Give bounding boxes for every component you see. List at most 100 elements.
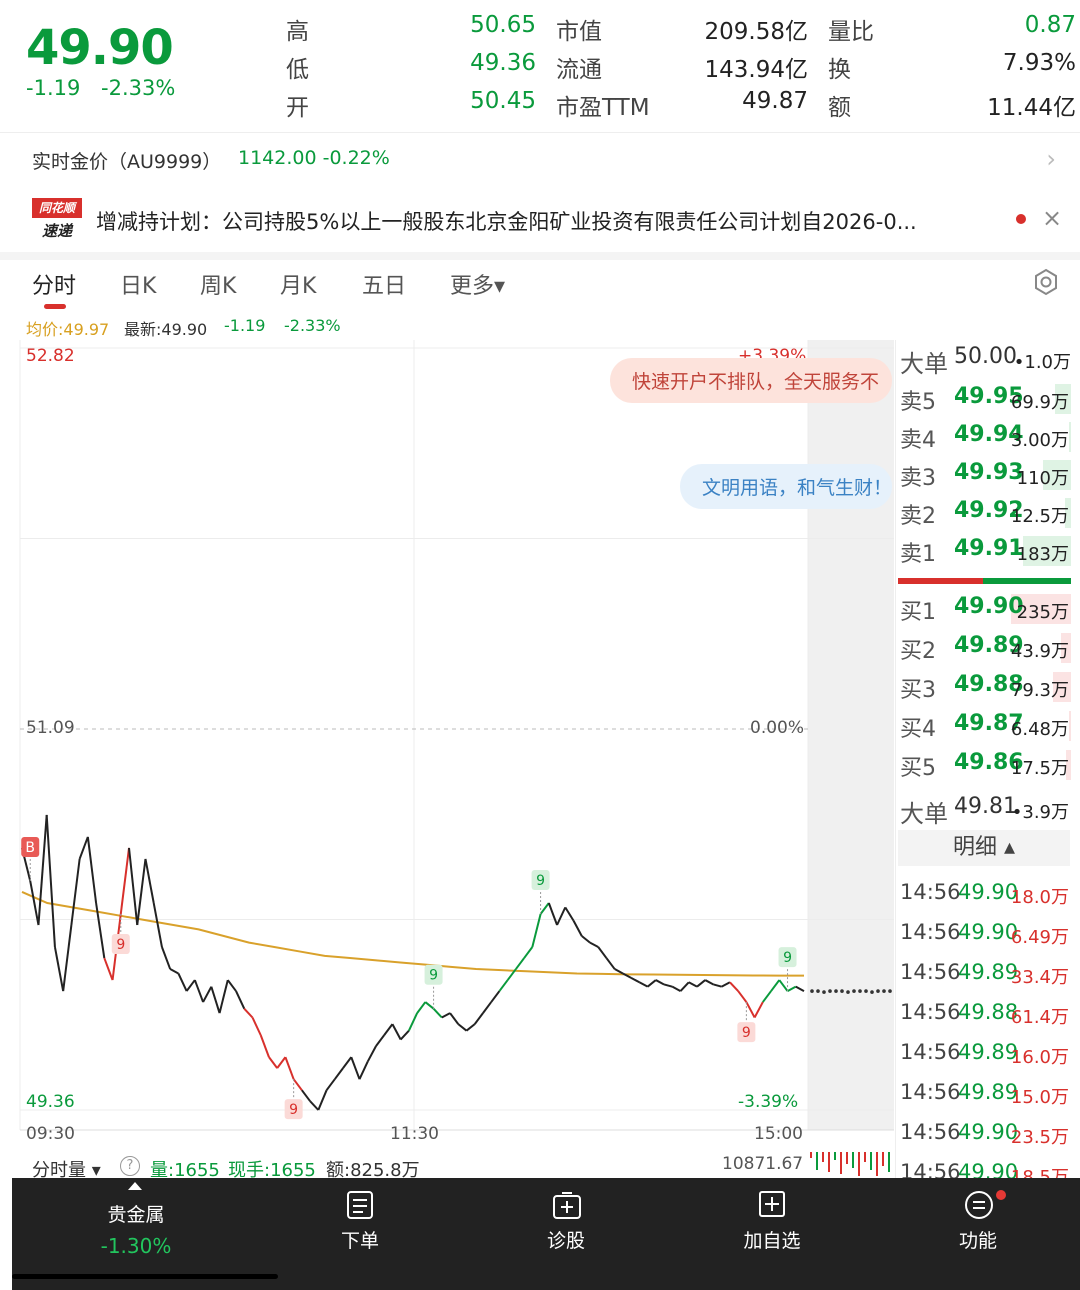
price-segment bbox=[721, 981, 731, 988]
gold-label: 实时金价（AU9999） bbox=[32, 151, 222, 173]
ask-row[interactable]: 卖5 49.95 69.9万 bbox=[896, 380, 1080, 418]
chart-canvas: B 9 9 9 9 9 9 bbox=[19, 340, 894, 1131]
tab-more[interactable]: 更多▾ bbox=[450, 268, 505, 300]
price-segment bbox=[671, 985, 681, 992]
price-segment bbox=[268, 1056, 278, 1069]
news-ticker[interactable]: 同花顺 速递 增减持计划：公司持股5%以上一般股东北京金阳矿业投资有限责任公司计… bbox=[0, 190, 1080, 250]
price-segment bbox=[185, 979, 196, 992]
price-segment bbox=[787, 985, 797, 992]
price-segment bbox=[62, 924, 73, 992]
amount-label: 额 bbox=[828, 95, 851, 121]
tab-daily-k[interactable]: 日K bbox=[120, 268, 156, 300]
ask-row[interactable]: 卖1 49.91 183万 bbox=[896, 532, 1080, 570]
ask-volume: 3.00万 bbox=[1010, 430, 1069, 451]
tick-price: 49.89 bbox=[958, 960, 1019, 984]
nav-functions[interactable]: 功能 bbox=[878, 1178, 1078, 1290]
nav-diagnose[interactable]: 诊股 bbox=[466, 1178, 666, 1290]
trade-tick-row: 14:56 49.88 61.4万 bbox=[896, 994, 1080, 1034]
volume-max: 10871.67 bbox=[722, 1154, 804, 1174]
tick-volume: 33.4万 bbox=[1010, 967, 1069, 988]
volratio-label: 量比 bbox=[828, 19, 874, 45]
gold-value: 1142.00 -0.22% bbox=[238, 147, 390, 169]
pe-value: 49.87 bbox=[742, 88, 808, 114]
ask-row[interactable]: 卖2 49.92 12.5万 bbox=[896, 494, 1080, 532]
tab-weekly-k[interactable]: 周K bbox=[200, 268, 236, 300]
bid-volume: 43.9万 bbox=[1010, 641, 1069, 662]
intraday-chart[interactable]: B999999 52.82 51.09 49.36 +3.39% 0.00% -… bbox=[0, 340, 895, 1150]
after-hours-point bbox=[846, 990, 850, 994]
price-segment bbox=[309, 1100, 320, 1111]
bullet-comment-2[interactable]: 文明用语，和气生财！ bbox=[680, 464, 892, 509]
bid-row[interactable]: 买1 49.90 235万 bbox=[896, 590, 1080, 628]
volume-bars bbox=[810, 1152, 890, 1176]
gold-price-row[interactable]: 实时金价（AU9999） 1142.00 -0.22% › bbox=[0, 132, 1080, 184]
marker-label: 9 bbox=[289, 1102, 298, 1118]
price-segment bbox=[226, 979, 237, 992]
after-hours-point bbox=[870, 990, 874, 994]
ask-volume: 12.5万 bbox=[1010, 506, 1069, 527]
tab-intraday[interactable]: 分时 bbox=[32, 268, 76, 300]
price-line bbox=[21, 814, 892, 1111]
marker-label: 9 bbox=[783, 950, 792, 966]
after-hours-point bbox=[834, 989, 838, 993]
price-segment bbox=[539, 902, 550, 915]
caret-up-icon bbox=[128, 1182, 142, 1190]
ask-row[interactable]: 卖3 49.93 110万 bbox=[896, 456, 1080, 494]
high-label: 高 bbox=[286, 19, 309, 45]
price-segment bbox=[432, 1008, 443, 1019]
price-segment bbox=[729, 981, 739, 992]
tick-volume: 18.0万 bbox=[1010, 887, 1069, 908]
low-value: 49.36 bbox=[470, 50, 536, 76]
bid-row[interactable]: 买3 49.88 79.3万 bbox=[896, 668, 1080, 706]
sell-strength-bar bbox=[983, 578, 1071, 584]
volume-bar bbox=[810, 1152, 812, 1158]
bullet-comment-1[interactable]: 快速开户不排队，全天服务不 bbox=[610, 358, 892, 403]
price-segment bbox=[547, 902, 558, 926]
price-segment bbox=[399, 1030, 410, 1041]
high-value: 50.65 bbox=[470, 12, 536, 38]
volume-bar bbox=[852, 1152, 854, 1168]
tab-five-day[interactable]: 五日 bbox=[362, 268, 406, 300]
chart-marker[interactable]: 9 bbox=[737, 1002, 756, 1043]
volume-bar bbox=[888, 1152, 890, 1172]
tab-monthly-k[interactable]: 月K bbox=[280, 268, 316, 300]
nav-add-watchlist[interactable]: 加自选 bbox=[672, 1178, 872, 1290]
info-change: -1.19 bbox=[224, 316, 266, 335]
bid-volume: 79.3万 bbox=[1010, 680, 1069, 701]
bid-row[interactable]: 买2 49.89 43.9万 bbox=[896, 629, 1080, 667]
price-segment bbox=[589, 941, 599, 948]
marker-label: 9 bbox=[742, 1025, 751, 1041]
close-icon[interactable]: × bbox=[1042, 204, 1062, 232]
price-segment bbox=[762, 990, 772, 1003]
chart-marker[interactable]: 9 bbox=[284, 1079, 303, 1120]
chart-marker[interactable]: 9 bbox=[778, 947, 797, 992]
help-icon[interactable]: ? bbox=[120, 1156, 140, 1176]
price-segment bbox=[128, 847, 139, 926]
ask-row[interactable]: 卖4 49.94 3.00万 bbox=[896, 418, 1080, 456]
after-hours-point bbox=[822, 990, 826, 994]
volume-info-bar: 分时量 ▾ ? 量:1655 现手:1655 额:825.8万 10871.67 bbox=[0, 1150, 895, 1181]
price-segment bbox=[564, 906, 575, 922]
active-tab-indicator bbox=[44, 304, 66, 309]
nav-order[interactable]: 下单 bbox=[260, 1178, 460, 1290]
section-divider bbox=[0, 252, 1080, 260]
tick-price: 49.90 bbox=[958, 1160, 1019, 1180]
price-segment bbox=[490, 990, 501, 1003]
settings-icon[interactable] bbox=[1032, 268, 1060, 296]
after-hours-point bbox=[828, 989, 832, 993]
ths-express-logo: 同花顺 速递 bbox=[32, 198, 82, 244]
marker-label: 9 bbox=[116, 937, 125, 953]
pe-label[interactable]: 市盈TTM bbox=[556, 88, 650, 122]
ask-label: 卖3 bbox=[900, 466, 936, 491]
chart-marker[interactable]: 9 bbox=[424, 964, 443, 1009]
bid-row[interactable]: 买5 49.86 17.5万 bbox=[896, 746, 1080, 784]
tick-price: 49.88 bbox=[958, 1000, 1019, 1024]
chart-marker[interactable]: 9 bbox=[531, 869, 550, 914]
price-segment bbox=[679, 981, 690, 992]
trade-tick-row: 14:56 49.89 16.0万 bbox=[896, 1034, 1080, 1074]
bid-row[interactable]: 买4 49.87 6.48万 bbox=[896, 707, 1080, 745]
trade-tick-row: 14:56 49.90 23.5万 bbox=[896, 1114, 1080, 1154]
turnover-value: 7.93% bbox=[1002, 50, 1076, 76]
detail-toggle[interactable]: 明细 ▴ bbox=[898, 830, 1070, 866]
y-mid-label: 51.09 bbox=[26, 718, 75, 738]
